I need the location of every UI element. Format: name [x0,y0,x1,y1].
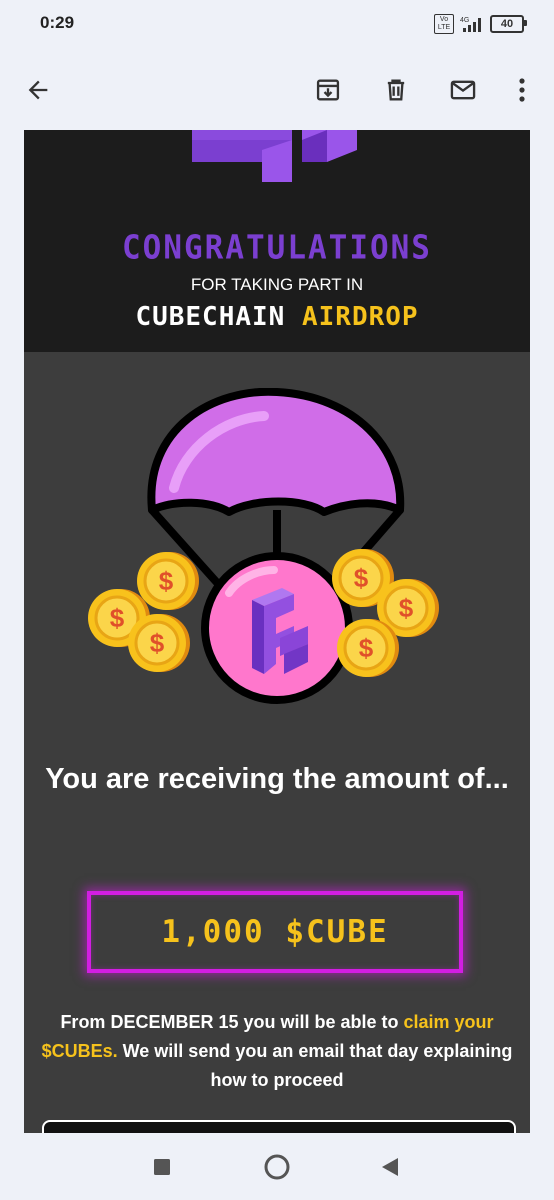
airdrop-amount: 1,000 $CUBE [161,914,389,950]
cube-logo-graphic [192,130,357,182]
archive-button[interactable] [306,68,350,112]
claim-suffix: We will send you an email that day expla… [117,1041,513,1090]
status-time: 0:29 [40,13,75,32]
mark-unread-button[interactable] [441,68,485,112]
brand-airdrop: AIRDROP [301,302,419,332]
app-toolbar [0,50,554,130]
system-nav-bar [0,1133,554,1200]
svg-text:$: $ [359,633,374,663]
battery-icon: 40 [490,15,527,33]
email-header: CONGRATULATIONS FOR TAKING PART IN CUBEC… [24,130,530,352]
airdrop-amount-box: 1,000 $CUBE [87,891,463,973]
arrow-back-icon [28,80,48,100]
claim-prefix: From DECEMBER 15 you will be able to [60,1012,404,1032]
square-icon [154,1159,170,1175]
email-body: CONGRATULATIONS FOR TAKING PART IN CUBEC… [24,130,530,1133]
more-options-button[interactable] [500,68,544,112]
taking-part-text: FOR TAKING PART IN [190,275,364,294]
volte-icon: Vo LTE [434,14,454,34]
recents-button[interactable] [146,1151,178,1183]
trash-icon [387,79,405,101]
svg-text:$: $ [399,593,414,623]
home-button[interactable] [261,1151,293,1183]
brand-name: CUBECHAIN [135,302,286,332]
status-bar: 0:29 Vo LTE 4G 40 [0,0,554,50]
signal-icon: 4G [460,17,481,32]
battery-level: 40 [500,18,514,30]
brand-heading: CUBECHAIN AIRDROP [24,302,530,332]
delete-button[interactable] [374,68,418,112]
back-button[interactable] [16,68,60,112]
claim-info-text: From DECEMBER 15 you will be able to cla… [34,1008,520,1095]
triangle-back-icon [382,1158,398,1176]
congratulations-heading: CONGRATULATIONS [122,229,432,267]
svg-text:$: $ [110,603,125,633]
dollar-coin-icon: $ [128,614,190,672]
token-ball [201,552,353,704]
dollar-coin-icon: $ [137,552,199,610]
airdrop-illustration: $ $ $ $ $ $ [88,388,439,704]
dollar-coin-icon: $ [337,619,399,677]
svg-text:$: $ [150,628,165,658]
mail-icon [450,80,476,100]
circle-icon [264,1154,290,1180]
network-type: 4G [460,17,469,24]
status-icons: Vo LTE 4G 40 [434,14,527,34]
archive-icon [316,79,340,101]
receiving-amount-text: You are receiving the amount of... [45,763,509,795]
svg-text:$: $ [354,563,369,593]
system-back-button[interactable] [374,1151,406,1183]
more-vert-icon [519,78,525,102]
next-section-card [42,1120,516,1133]
svg-text:$: $ [159,566,174,596]
